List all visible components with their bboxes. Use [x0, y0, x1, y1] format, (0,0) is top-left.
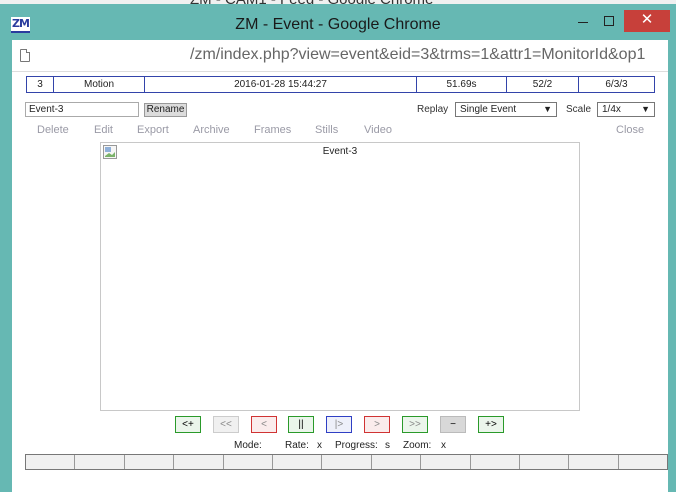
event-cause-cell: Motion — [54, 77, 145, 92]
replay-label: Replay — [417, 104, 449, 115]
replay-select-value: Single Event — [460, 104, 517, 115]
title-bar[interactable]: ZM ZM - Event - Google Chrome ✕ — [0, 4, 676, 40]
dropdown-arrow-icon: ▼ — [543, 104, 552, 114]
pause-button[interactable]: || — [288, 416, 314, 433]
address-bar[interactable]: /zm/index.php?view=event&eid=3&trms=1&at… — [12, 40, 668, 71]
progress-segment[interactable] — [273, 455, 323, 469]
zoom-out-button[interactable]: − — [440, 416, 466, 433]
export-link[interactable]: Export — [137, 124, 169, 136]
prev-event-button[interactable]: << — [213, 416, 239, 433]
fast-reverse-button[interactable]: <+ — [175, 416, 201, 433]
progress-segment[interactable] — [75, 455, 125, 469]
event-image-viewport[interactable] — [100, 142, 580, 411]
event-duration-cell: 51.69s — [417, 77, 507, 92]
replay-select[interactable]: Single Event ▼ — [455, 102, 557, 117]
rename-button[interactable]: Rename — [144, 103, 187, 117]
minimize-button[interactable] — [572, 10, 594, 32]
maximize-icon — [604, 16, 614, 26]
next-event-button[interactable]: >> — [402, 416, 428, 433]
play-button[interactable]: |> — [326, 416, 352, 433]
event-caption: Event-3 — [322, 146, 358, 157]
delete-link[interactable]: Delete — [37, 124, 69, 136]
progress-segment[interactable] — [471, 455, 520, 469]
scale-select[interactable]: 1/4x ▼ — [597, 102, 655, 117]
progress-value: s — [385, 440, 390, 451]
progress-segment[interactable] — [174, 455, 224, 469]
event-info-table: 3 Motion 2016-01-28 15:44:27 51.69s 52/2… — [26, 76, 655, 93]
progress-label: Progress: — [335, 440, 378, 451]
progress-segment[interactable] — [322, 455, 372, 469]
progress-segment[interactable] — [421, 455, 471, 469]
minimize-icon — [578, 22, 588, 23]
progress-segment[interactable] — [619, 455, 667, 469]
event-frames-cell: 52/2 — [507, 77, 579, 92]
step-forward-button[interactable]: > — [364, 416, 390, 433]
scale-select-value: 1/4x — [602, 104, 621, 115]
edit-link[interactable]: Edit — [94, 124, 113, 136]
event-id-cell: 3 — [27, 77, 54, 92]
event-progress-bar[interactable] — [25, 454, 668, 470]
progress-segment[interactable] — [224, 455, 273, 469]
event-time-cell: 2016-01-28 15:44:27 — [145, 77, 417, 92]
progress-segment[interactable] — [569, 455, 619, 469]
progress-segment[interactable] — [125, 455, 175, 469]
zoom-label: Zoom: — [403, 440, 432, 451]
stills-link[interactable]: Stills — [315, 124, 338, 136]
event-score-cell: 6/3/3 — [605, 79, 628, 90]
close-link[interactable]: Close — [616, 124, 644, 136]
event-name-input[interactable]: Event-3 — [25, 102, 139, 117]
video-link[interactable]: Video — [364, 124, 392, 136]
progress-segment[interactable] — [520, 455, 570, 469]
archive-link[interactable]: Archive — [193, 124, 230, 136]
dropdown-arrow-icon: ▼ — [641, 104, 650, 114]
frames-link[interactable]: Frames — [254, 124, 291, 136]
close-window-button[interactable]: ✕ — [624, 10, 670, 32]
fast-forward-button[interactable]: +> — [478, 416, 504, 433]
page-icon — [20, 49, 30, 62]
mode-label: Mode: — [234, 440, 262, 451]
progress-segment[interactable] — [372, 455, 422, 469]
rate-label: Rate: — [285, 440, 309, 451]
maximize-button[interactable] — [598, 10, 620, 32]
url-text[interactable]: /zm/index.php?view=event&eid=3&trms=1&at… — [190, 46, 645, 64]
progress-segment[interactable] — [26, 455, 76, 469]
rate-value: x — [317, 440, 322, 451]
step-back-button[interactable]: < — [251, 416, 277, 433]
scale-label: Scale — [566, 104, 592, 115]
zoom-value: x — [441, 440, 446, 451]
